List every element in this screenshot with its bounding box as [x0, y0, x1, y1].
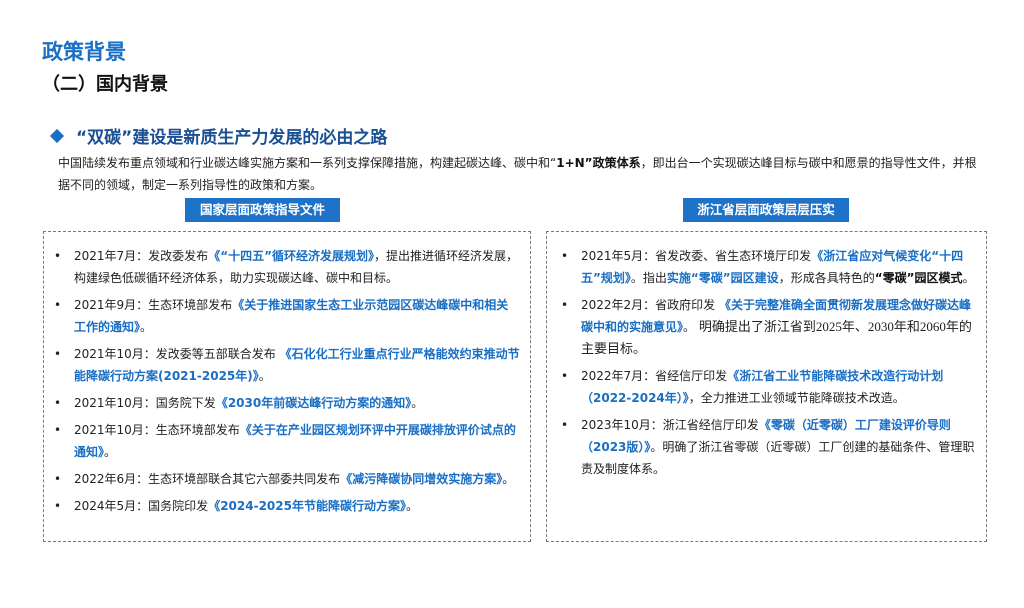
item-text: ，形成各具特色的 — [778, 271, 875, 285]
item-date-text: 2023年10月：浙江省经信厅印发 — [581, 418, 759, 432]
zhejiang-policy-panel: • 2021年5月：省发改委、省生态环境厅印发《浙江省应对气候变化“十四五”规划》… — [546, 231, 987, 542]
list-item: • 2022年6月：生态环境部联合其它六部委共同发布《减污降碳协同增效实施方案》。 — [54, 468, 520, 490]
list-item: • 2021年10月：生态环境部发布《关于在产业园区规划环评中开展碳排放评价试点的… — [54, 419, 520, 463]
list-item: • 2021年10月：发改委等五部联合发布 《石化化工行业重点行业严格能效约束推动… — [54, 343, 520, 387]
bullet-icon: • — [561, 418, 569, 432]
policy-title: 《2030年前碳达峰行动方案的通知》 — [215, 396, 412, 410]
item-text: 。 — [502, 472, 515, 486]
list-item: • 2024年5月：国务院印发《2024-2025年节能降碳行动方案》。 — [54, 495, 520, 517]
item-text: 。 — [683, 320, 699, 334]
list-item: • 2021年9月：生态环境部发布《关于推进国家生态工业示范园区碳达峰碳中和相关工… — [54, 294, 520, 338]
item-text: 。指出 — [630, 271, 667, 285]
intro-text-bold: 1+N”政策体系 — [556, 156, 641, 170]
item-date-text: 2022年6月：生态环境部联合其它六部委共同发布 — [74, 472, 341, 486]
bullet-icon: • — [561, 369, 569, 383]
intro-text-a: 中国陆续发布重点领域和行业碳达峰实施方案和一系列支撑保障措施，构建起碳达峰、碳中… — [58, 156, 557, 170]
policy-title: 《减污降碳协同增效实施方案》 — [340, 472, 503, 486]
intro-paragraph: 中国陆续发布重点领域和行业碳达峰实施方案和一系列支撑保障措施，构建起碳达峰、碳中… — [58, 152, 988, 196]
list-item: • 2023年10月：浙江省经信厅印发《零碳（近零碳）工厂建设评价导则（2023版… — [561, 414, 978, 480]
zhejiang-policy-label: 浙江省层面政策层层压实 — [683, 198, 849, 222]
item-text: 。 — [962, 271, 975, 285]
item-text: 。 — [411, 396, 424, 410]
policy-emphasis: “零碳”园区模式 — [874, 271, 963, 285]
item-date-text: 2024年5月：国务院印发 — [74, 499, 209, 513]
bullet-icon: • — [54, 423, 62, 437]
item-text: 。 — [140, 320, 153, 334]
bullet-icon: • — [54, 298, 62, 312]
item-date-text: 2022年2月：省政府印发 — [581, 298, 719, 312]
item-text: 。 — [104, 445, 117, 459]
bullet-icon: • — [54, 499, 62, 513]
list-item: • 2021年7月：发改委发布《“十四五”循环经济发展规划》，提出推进循环经济发展… — [54, 245, 520, 289]
page-title: 政策背景 — [42, 40, 126, 64]
national-policy-panel: • 2021年7月：发改委发布《“十四五”循环经济发展规划》，提出推进循环经济发展… — [43, 231, 531, 542]
page-subtitle: （二）国内背景 — [42, 74, 168, 95]
section-heading: “双碳”建设是新质生产力发展的必由之路 — [49, 123, 388, 148]
list-item: • 2022年7月：省经信厅印发《浙江省工业节能降碳技术改造行动计划（2022-2… — [561, 365, 978, 409]
national-policy-label: 国家层面政策指导文件 — [185, 198, 340, 222]
section-heading-text: “双碳”建设是新质生产力发展的必由之路 — [76, 128, 388, 148]
item-date-text: 2021年7月：发改委发布 — [74, 249, 209, 263]
bullet-icon: • — [54, 347, 62, 361]
item-date-text: 2021年10月：生态环境部发布 — [74, 423, 240, 437]
bullet-icon: • — [54, 396, 62, 410]
bullet-icon: • — [54, 472, 62, 486]
item-date-text: 2022年7月：省经信厅印发 — [581, 369, 728, 383]
item-date-text: 2021年10月：发改委等五部联合发布 — [74, 347, 280, 361]
list-item: • 2021年10月：国务院下发《2030年前碳达峰行动方案的通知》。 — [54, 392, 520, 414]
item-date-text: 2021年9月：生态环境部发布 — [74, 298, 233, 312]
item-date-text: 2021年5月：省发改委、省生态环境厅印发 — [581, 249, 812, 263]
item-text: ，全力推进工业领域节能降碳技术改造。 — [688, 391, 905, 405]
item-date-text: 2021年10月：国务院下发 — [74, 396, 216, 410]
item-text: 。 — [405, 499, 418, 513]
item-text: 。 — [258, 369, 271, 383]
list-item: • 2022年2月：省政府印发 《关于完整准确全面贯彻新发展理念做好碳达峰碳中和的… — [561, 294, 978, 360]
diamond-bullet-icon — [49, 128, 65, 143]
policy-highlight: 实施“零碳”园区建设 — [666, 271, 779, 285]
policy-title: 《2024-2025年节能降碳行动方案》 — [208, 499, 406, 513]
bullet-icon: • — [561, 249, 569, 263]
policy-title: 《“十四五”循环经济发展规划》 — [208, 249, 374, 263]
bullet-icon: • — [561, 298, 569, 312]
bullet-icon: • — [54, 249, 62, 263]
list-item: • 2021年5月：省发改委、省生态环境厅印发《浙江省应对气候变化“十四五”规划》… — [561, 245, 978, 289]
